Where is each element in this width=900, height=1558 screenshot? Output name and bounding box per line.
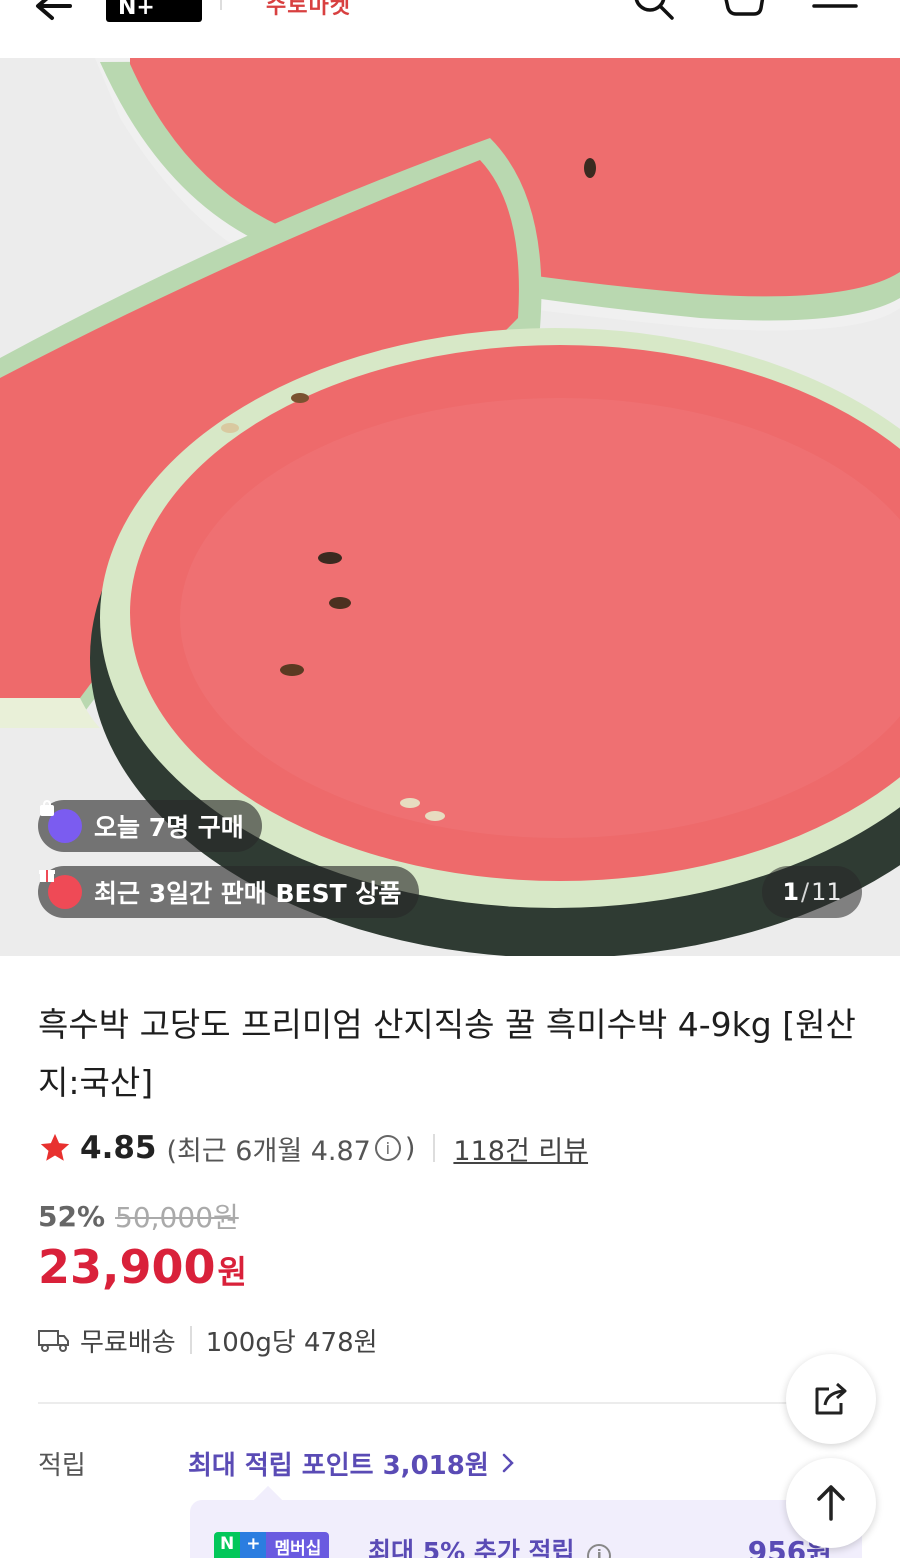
back-arrow-icon[interactable] [30,0,80,32]
search-icon[interactable] [628,0,678,24]
share-button[interactable] [786,1354,876,1444]
badge-membership: 멤버십 [266,1532,330,1558]
membership-box-notch [253,1485,283,1515]
info-icon[interactable]: i [374,1135,401,1161]
shipping-divider [189,1326,192,1354]
cart-icon[interactable] [718,0,770,24]
max-points-link[interactable]: 최대 적립 포인트 3,018원 [188,1445,517,1482]
logo-text: N+ [118,0,155,20]
review-count-link[interactable]: 118건 리뷰 [453,1129,588,1168]
price-row: 23,900 원 [38,1240,247,1294]
today-purchase-text: 오늘 7명 구매 [94,813,244,842]
badge-plus: + [240,1532,267,1558]
truck-icon [38,1330,69,1352]
membership-points-box[interactable]: N + 멤버십 최대 5% 추가 적립 i 956원 [190,1485,862,1558]
product-title: 흑수박 고당도 프리미엄 산지직송 꿀 흑미수박 4-9kg [원산지:국산] [38,1005,856,1102]
max-points-text: 최대 적립 포인트 3,018원 [188,1450,489,1481]
recent-rating: (최근 6개월 4.87 [166,1135,371,1167]
free-shipping-label: 무료배송 [80,1327,176,1358]
store-logo[interactable]: N+ [106,0,202,22]
sale-price: 23,900 [38,1240,216,1294]
membership-extra-text: 최대 5% 추가 적립 [368,1537,575,1558]
rating-value: 4.85 [80,1130,157,1166]
best-product-badge: 최근 3일간 판매 BEST 상품 [38,866,420,918]
recent-rating-close: ) [404,1132,416,1164]
discount-row: 52% 50,000원 [38,1196,239,1236]
membership-extra-points: 최대 5% 추가 적립 i [368,1532,615,1558]
share-icon [815,1382,847,1415]
badge-n: N [214,1532,241,1558]
chevron-right-icon [502,1453,514,1473]
shopping-bag-icon [40,800,82,843]
top-bar: N+ 수토마켓 [0,0,900,58]
shipping-row: 무료배송 100g당 478원 [38,1318,378,1362]
star-icon [40,1133,70,1161]
store-name[interactable]: 수토마켓 [266,0,351,20]
header-divider [220,0,222,10]
product-image-gallery[interactable]: 오늘 7명 구매 최근 3일간 판매 BEST 상품 1 / 11 [0,58,900,956]
points-row: 적립 최대 적립 포인트 3,018원 [38,1440,517,1486]
original-price: 50,000원 [115,1201,239,1234]
today-purchase-badge: 오늘 7명 구매 [38,800,262,852]
gift-icon [39,870,82,909]
page-separator: / [801,878,810,906]
unit-price: 100g당 478원 [205,1327,378,1358]
points-label: 적립 [38,1450,86,1481]
naver-plus-membership-badge: N + 멤버십 [214,1532,330,1558]
menu-icon[interactable] [810,0,860,20]
membership-info-icon[interactable]: i [587,1544,612,1558]
arrow-up-icon [817,1485,845,1521]
section-divider [38,1402,862,1404]
best-product-text: 최근 3일간 판매 BEST 상품 [94,879,402,908]
image-page-counter: 1 / 11 [762,866,862,918]
price-unit: 원 [217,1253,247,1291]
discount-percent: 52% [38,1199,106,1233]
total-pages: 11 [811,878,842,906]
scroll-to-top-button[interactable] [786,1458,876,1548]
rating-row: 4.85 (최근 6개월 4.87 i ) 118건 리뷰 [38,1126,588,1170]
current-page: 1 [782,878,800,906]
rating-divider [433,1134,436,1162]
